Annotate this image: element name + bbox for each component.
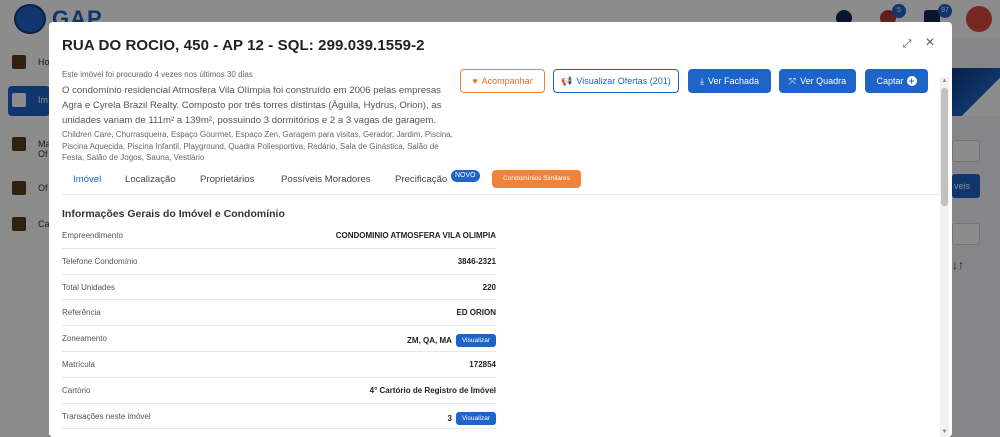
info-value: ED ORION [456,308,496,318]
search-count-note: Este imóvel foi procurado 4 vezes nos úl… [62,70,253,79]
modal-title: RUA DO ROCIO, 450 - AP 12 - SQL: 299.039… [62,37,425,54]
similar-condos-button[interactable]: Condomínios Similares [492,170,581,188]
property-modal: RUA DO ROCIO, 450 - AP 12 - SQL: 299.039… [49,22,952,437]
info-value: 172854 [469,359,496,369]
info-row-total-unidades: Total Unidades 220 [62,275,496,301]
property-tabs: Imóvel Localização Proprietários Possíve… [62,170,942,195]
heart-icon: ♥ [472,76,478,86]
info-label: Empreendimento [62,231,123,240]
tab-imovel[interactable]: Imóvel [73,174,101,185]
scroll-down-icon[interactable]: ▼ [940,428,949,437]
info-row-zoneamento: Zoneamento ZM, QA, MA Visualizar [62,326,496,352]
follow-button-label: Acompanhar [481,76,533,86]
download-icon: ⤓ [699,76,704,86]
info-value: 3846-2321 [457,256,496,266]
info-value: CONDOMINIO ATMOSFERA VILA OLIMPIA [335,231,496,240]
amenities-list: Children Care, Churrasqueira, Espaço Gou… [62,130,453,162]
info-value: 3 [447,413,452,423]
view-offers-button[interactable]: 📢 Visualizar Ofertas (201) [553,69,679,93]
view-zoning-button[interactable]: Visualizar [455,334,496,348]
view-transactions-button[interactable]: Visualizar [455,411,496,425]
tab-localizacao[interactable]: Localização [125,174,176,185]
plus-circle-icon: + [906,75,917,86]
capture-button-label: Captar [876,76,904,86]
info-value-group: 3 Visualizar [447,411,496,425]
section-title: Informações Gerais do Imóvel e Condomíni… [62,208,285,220]
new-badge: NOVO [451,170,480,182]
info-value: ZM, QA, MA [407,336,452,346]
info-table: Empreendimento CONDOMINIO ATMOSFERA VILA… [62,223,496,430]
megaphone-icon: 📢 [561,76,573,86]
view-block-button[interactable]: ⤧ Ver Quadra [779,69,856,93]
scroll-thumb[interactable] [941,88,948,206]
info-row-matricula: Matrícula 172854 [62,352,496,378]
view-facade-button[interactable]: ⤓ Ver Fachada [688,69,771,93]
info-value: 220 [482,282,496,292]
tab-precificacao[interactable]: Precificação [395,174,447,185]
info-row-cartorio: Cartório 4° Cartório de Registro de Imóv… [62,378,496,404]
info-label: Zoneamento [62,334,107,344]
view-block-label: Ver Quadra [800,76,847,86]
view-offers-label: Visualizar Ofertas (201) [576,76,671,86]
tab-proprietarios[interactable]: Proprietários [200,174,254,185]
info-label: Transações neste imóvel [62,411,151,421]
info-row-telefone: Telefone Condomínio 3846-2321 [62,249,496,275]
view-facade-label: Ver Fachada [707,76,760,86]
follow-button[interactable]: ♥ Acompanhar [460,69,545,93]
info-label: Referência [62,308,101,318]
info-value: 4° Cartório de Registro de Imóvel [369,385,496,395]
info-label: Telefone Condomínio [62,256,138,266]
capture-button[interactable]: Captar + [865,69,928,93]
expand-icon[interactable]: ⤢ [901,38,913,50]
modal-scrollbar[interactable]: ▲ ▼ [940,77,949,437]
close-icon[interactable]: × [922,35,938,51]
expand-arrows-icon: ⤧ [788,76,797,86]
info-label: Total Unidades [62,282,115,292]
info-value-group: ZM, QA, MA Visualizar [407,334,496,348]
info-label: Cartório [62,385,91,395]
info-label: Matrícula [62,359,95,369]
property-description: O condomínio residencial Atmosfera Vila … [62,85,442,126]
scroll-up-icon[interactable]: ▲ [940,77,949,86]
tab-possiveis-moradores[interactable]: Possíveis Moradores [281,174,371,185]
info-row-referencia: Referência ED ORION [62,300,496,327]
info-row-transacoes: Transações neste imóvel 3 Visualizar [62,404,496,430]
info-row-empreendimento: Empreendimento CONDOMINIO ATMOSFERA VILA… [62,223,496,249]
